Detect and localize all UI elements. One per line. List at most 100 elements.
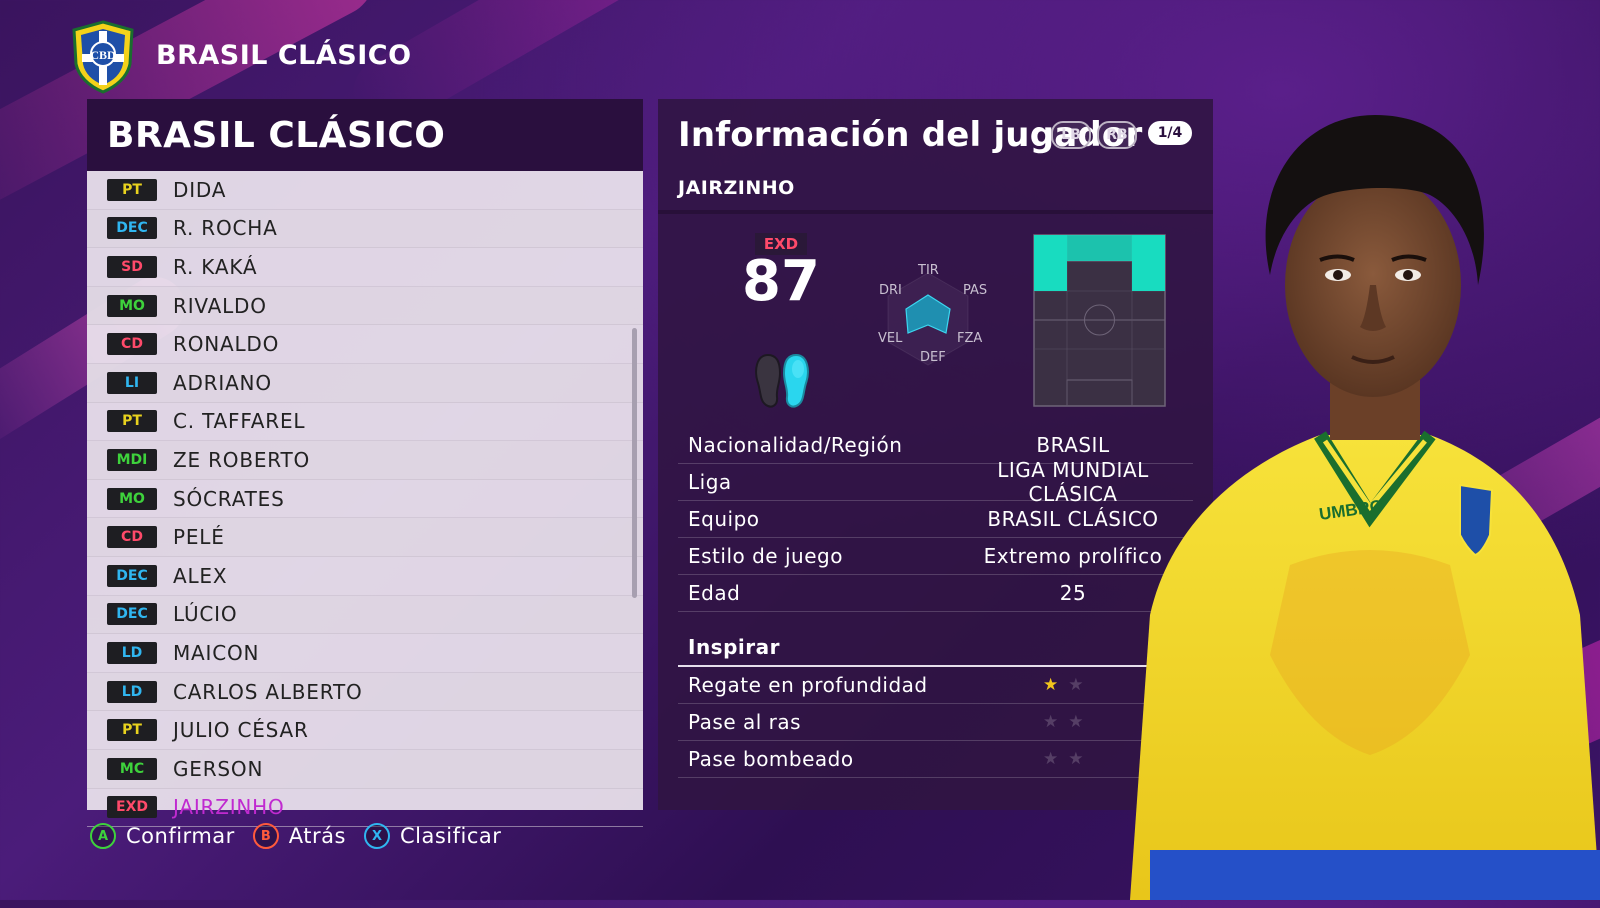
player-name: R. ROCHA — [173, 216, 278, 241]
roster-title: BRASIL CLÁSICO — [87, 99, 643, 171]
position-badge: MDI — [107, 448, 157, 471]
roster-row[interactable]: LD CARLOS ALBERTO — [87, 672, 643, 712]
roster-row[interactable]: SD R. KAKÁ — [87, 248, 643, 287]
radar-label-def: DEF — [920, 350, 946, 365]
player-portrait: UMBRO — [1130, 115, 1600, 900]
team-crest-logo: CBD — [72, 20, 134, 94]
position-badge: LD — [107, 641, 157, 664]
player-name: C. TAFFAREL — [173, 409, 306, 434]
roster-panel: BRASIL CLÁSICO PT DIDA DEC R. ROCHA SD R. KAK… — [87, 99, 643, 828]
controller-button-icon: B — [252, 823, 279, 849]
detail-label: Estilo de juego — [688, 543, 843, 568]
star-icon: ★ — [1043, 748, 1059, 769]
position-badge: PT — [107, 410, 157, 433]
star-icon: ★ — [1043, 674, 1059, 695]
button-clasificar[interactable]: X Clasificar — [363, 823, 502, 849]
page-title: BRASIL CLÁSICO — [156, 40, 412, 71]
radar-label-vel: VEL — [878, 331, 903, 346]
position-badge: MO — [107, 487, 157, 510]
roster-row[interactable]: CD PELÉ — [87, 518, 643, 557]
player-name: ADRIANO — [173, 370, 272, 395]
player-name: SÓCRATES — [173, 486, 285, 511]
detail-row: Liga LIGA MUNDIAL CLÁSICA — [678, 458, 1193, 506]
position-badge: DEC — [107, 603, 157, 626]
radar-label-dri: DRI — [879, 283, 902, 298]
radar-label-tir: TIR — [918, 263, 939, 278]
roster-row[interactable]: DEC LÚCIO — [87, 595, 643, 635]
roster-row[interactable]: DEC R. ROCHA — [87, 209, 643, 249]
player-name: LÚCIO — [173, 602, 238, 627]
star-icon: ★ — [1043, 711, 1059, 732]
position-badge: LI — [107, 371, 157, 394]
player-name: JAIRZINHO — [173, 795, 285, 820]
player-name: JAIRZINHO — [678, 177, 795, 199]
position-badge: PT — [107, 719, 157, 742]
position-badge: SD — [107, 255, 157, 278]
roster-row[interactable]: PT JULIO CÉSAR — [87, 711, 643, 750]
detail-row: Equipo BRASIL CLÁSICO — [678, 500, 1193, 538]
roster-row[interactable]: LI ADRIANO — [87, 363, 643, 403]
position-badge: PT — [107, 178, 157, 201]
inspire-skill-row: Pase bombeado ★ ★ — [678, 740, 1193, 778]
star-icon: ★ — [1068, 674, 1084, 695]
player-name: JULIO CÉSAR — [173, 718, 309, 743]
star-icon: ★ — [1068, 711, 1084, 732]
detail-label: Equipo — [688, 506, 760, 531]
button-atrs[interactable]: B Atrás — [252, 823, 346, 849]
controller-button-icon: X — [363, 823, 390, 849]
roster-row[interactable]: MO RIVALDO — [87, 286, 643, 326]
preferred-foot-icon — [755, 353, 809, 408]
position-badge: EXD — [107, 796, 157, 819]
roster-row[interactable]: PT DIDA — [87, 171, 643, 210]
roster-list[interactable]: PT DIDA DEC R. ROCHA SD R. KAKÁ MO RIVALDO CD RON… — [87, 171, 643, 828]
radar-label-fza: FZA — [957, 331, 983, 346]
inspire-section-header: Inspirar — [678, 629, 1193, 667]
roster-row[interactable]: MDI ZE ROBERTO — [87, 441, 643, 480]
position-badge: CD — [107, 333, 157, 356]
star-icon: ★ — [1068, 748, 1084, 769]
player-name: PELÉ — [173, 525, 225, 550]
button-label: Confirmar — [126, 824, 235, 848]
player-name: ZE ROBERTO — [173, 447, 311, 472]
player-name: DIDA — [173, 177, 227, 202]
radar-label-pas: PAS — [963, 283, 988, 298]
skill-label: Pase al ras — [688, 709, 802, 734]
player-name: RONALDO — [173, 332, 280, 357]
inspire-skill-row: Regate en profundidad ★ ★ — [678, 666, 1193, 704]
roster-row[interactable]: MO SÓCRATES — [87, 480, 643, 519]
roster-scrollbar[interactable] — [632, 328, 637, 598]
button-confirmar[interactable]: A Confirmar — [90, 823, 235, 849]
detail-label: Nacionalidad/Región — [688, 432, 903, 457]
player-name: RIVALDO — [173, 293, 267, 318]
position-badge: MC — [107, 757, 157, 780]
roster-row[interactable]: EXD JAIRZINHO — [87, 789, 643, 828]
position-badge: LD — [107, 680, 157, 703]
button-prompt-bar: A Confirmar B Atrás X Clasificar — [90, 823, 519, 849]
roster-row[interactable]: DEC ALEX — [87, 557, 643, 596]
inspire-title: Inspirar — [688, 635, 780, 659]
player-name: GERSON — [173, 756, 264, 781]
button-label: Clasificar — [399, 824, 502, 848]
skill-label: Pase bombeado — [688, 746, 854, 771]
position-badge: CD — [107, 526, 157, 549]
roster-row[interactable]: CD RONALDO — [87, 325, 643, 364]
detail-row: Estilo de juego Extremo prolífico — [678, 537, 1193, 575]
roster-row[interactable]: LD MAICON — [87, 634, 643, 673]
controller-button-icon: A — [90, 823, 116, 849]
roster-row[interactable]: PT C. TAFFAREL — [87, 403, 643, 442]
player-name: CARLOS ALBERTO — [173, 679, 363, 704]
crest-text: CBD — [90, 48, 116, 62]
inspire-skill-row: Pase al ras ★ ★ — [678, 703, 1193, 741]
position-badge: MO — [107, 294, 157, 317]
overall-rating: 87 — [742, 249, 820, 314]
lb-button[interactable]: LB — [1051, 121, 1091, 149]
detail-row: Edad 25 — [678, 574, 1193, 612]
detail-label: Liga — [688, 469, 732, 494]
player-name: MAICON — [173, 640, 260, 665]
player-name: ALEX — [173, 563, 228, 588]
button-label: Atrás — [288, 824, 346, 848]
detail-label: Edad — [688, 580, 741, 605]
player-name: R. KAKÁ — [173, 254, 258, 279]
roster-row[interactable]: MC GERSON — [87, 749, 643, 789]
skill-label: Regate en profundidad — [688, 672, 928, 697]
